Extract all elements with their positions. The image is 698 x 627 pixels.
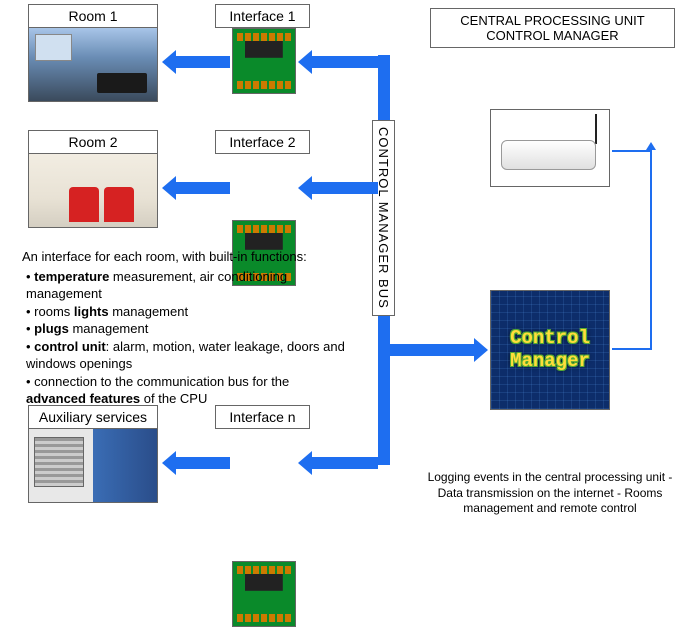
arrow-bus-to-if1 [312, 56, 378, 68]
interface1-image [232, 28, 296, 94]
arrow-if1-to-room1 [176, 56, 230, 68]
description-list: temperature measurement, air conditionin… [22, 268, 352, 408]
interfacen-label: Interface n [215, 405, 310, 429]
cpu-header-line2: CONTROL MANAGER [439, 28, 666, 43]
router-image [490, 109, 610, 187]
footer-text: Logging events in the central processing… [420, 470, 680, 517]
description-heading: An interface for each room, with built-i… [22, 248, 352, 266]
description-block: An interface for each room, with built-i… [22, 248, 352, 408]
router-antenna-icon [595, 114, 597, 144]
link-router-h2 [612, 348, 652, 350]
link-router-h1 [612, 150, 652, 152]
link-router-v [650, 150, 652, 350]
room2-label: Room 2 [28, 130, 158, 154]
arrow-bus-to-if2 [312, 182, 378, 194]
description-item: plugs management [26, 320, 352, 338]
bus-label: CONTROL MANAGER BUS [372, 120, 395, 316]
arrow-ifn-to-aux [176, 457, 230, 469]
room2-image [28, 153, 158, 228]
arrow-bus-to-ifn [312, 457, 378, 469]
interface1-label: Interface 1 [215, 4, 310, 28]
cpu-header: CENTRAL PROCESSING UNIT CONTROL MANAGER [430, 8, 675, 48]
aux-label: Auxiliary services [28, 405, 158, 429]
control-manager-text: ControlManager [510, 327, 590, 373]
room1-image [28, 27, 158, 102]
interface2-label: Interface 2 [215, 130, 310, 154]
arrow-bus-to-cm [390, 344, 474, 356]
description-item: rooms lights management [26, 303, 352, 321]
arrow-if2-to-room2 [176, 182, 230, 194]
router-body-icon [501, 140, 596, 170]
control-manager-image: ControlManager [490, 290, 610, 410]
cpu-header-line1: CENTRAL PROCESSING UNIT [439, 13, 666, 28]
description-item: connection to the communication bus for … [26, 373, 352, 408]
interfacen-image [232, 561, 296, 627]
aux-image [28, 428, 158, 503]
description-item: temperature measurement, air conditionin… [26, 268, 352, 303]
description-item: control unit: alarm, motion, water leaka… [26, 338, 352, 373]
room1-label: Room 1 [28, 4, 158, 28]
